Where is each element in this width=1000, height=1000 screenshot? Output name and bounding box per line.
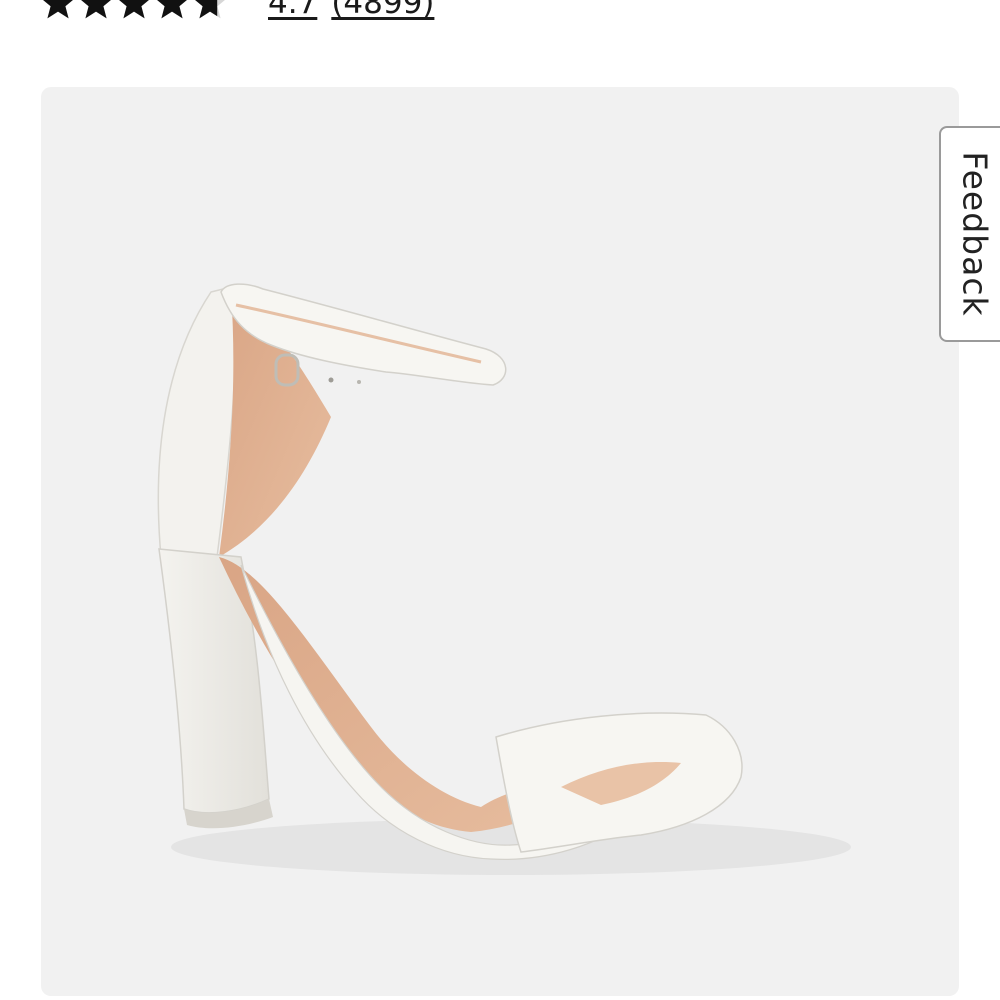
review-count-link[interactable]: (4899) xyxy=(331,0,434,21)
product-image[interactable] xyxy=(41,87,959,996)
feedback-label: Feedback xyxy=(955,151,995,317)
sandal-image xyxy=(157,283,851,875)
rating-score-link[interactable]: 4.7 xyxy=(268,0,317,21)
feedback-button[interactable]: Feedback xyxy=(939,126,1000,342)
rating-row: 4.7 (4899) xyxy=(40,0,434,28)
star-icon xyxy=(119,0,149,19)
star-icon xyxy=(43,0,73,19)
star-rating[interactable] xyxy=(40,0,228,21)
product-page: 4.7 (4899) Feedback xyxy=(0,0,1000,1000)
star-icon xyxy=(195,0,225,19)
star-icon xyxy=(157,0,187,19)
star-icon xyxy=(81,0,111,19)
rating-summary: 4.7 (4899) xyxy=(268,0,434,21)
